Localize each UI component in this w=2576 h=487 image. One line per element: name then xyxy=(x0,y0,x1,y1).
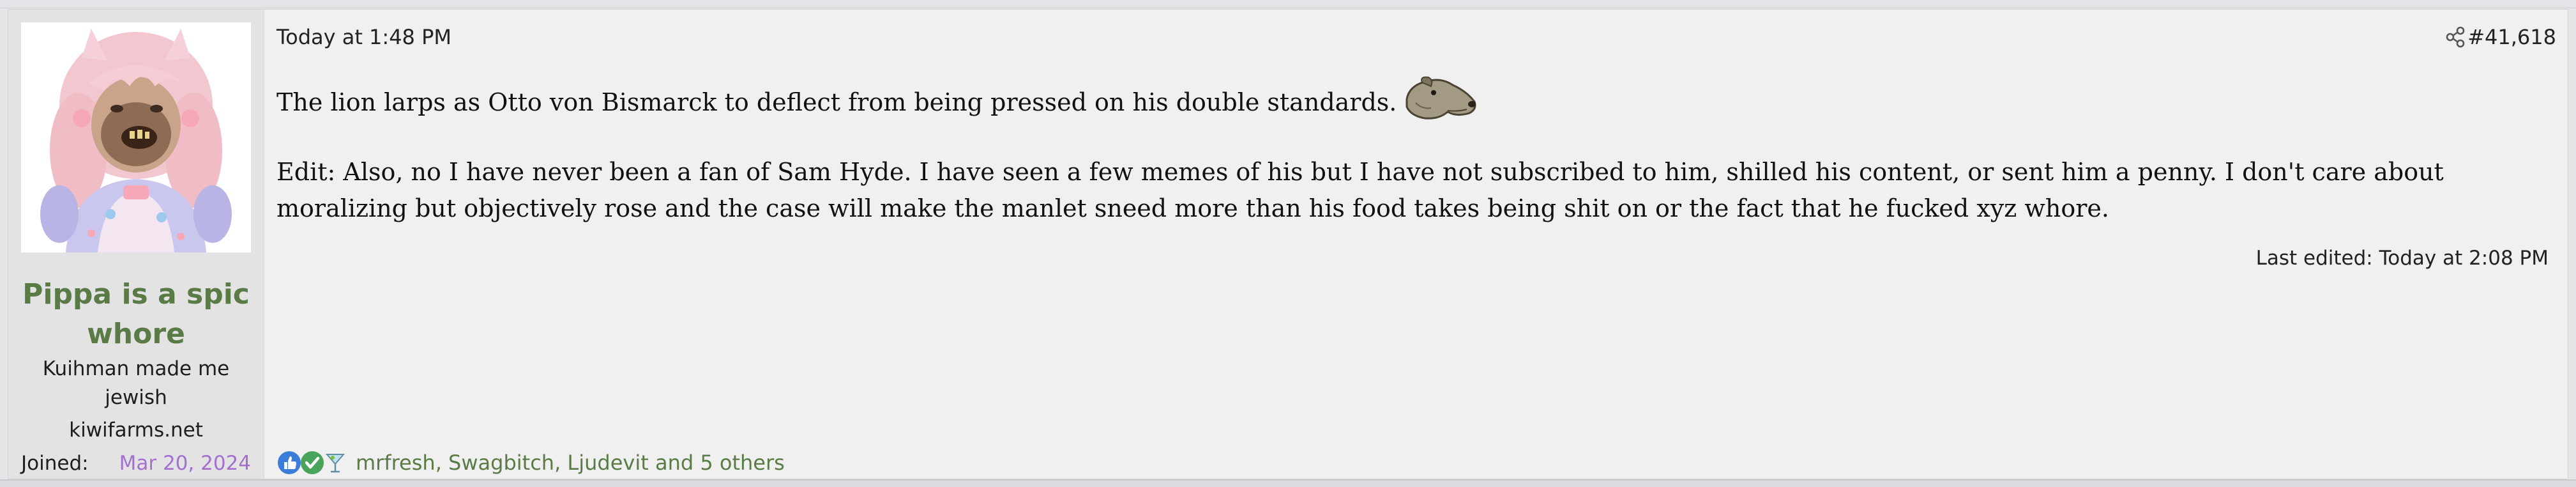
post-paragraph-1-text: The lion larps as Otto von Bismarck to d… xyxy=(277,88,1397,116)
martini-icon xyxy=(325,454,345,473)
avatar-image xyxy=(21,22,251,252)
dog-emote-icon xyxy=(1403,73,1480,135)
post-number[interactable]: #41,618 xyxy=(2467,24,2556,50)
last-edited: Last edited: Today at 2:08 PM xyxy=(2255,247,2549,270)
thumbs-up-icon xyxy=(278,451,301,474)
post-paragraph-2: Edit: Also, no I have never been a fan o… xyxy=(277,158,2444,222)
reactions-bar: mrfresh, Swagbitch, Ljudevit and 5 other… xyxy=(277,448,785,477)
top-strip xyxy=(0,0,2576,8)
forum-post: Pippa is a spic whore Kuihman made me je… xyxy=(8,9,2568,479)
post-content: The lion larps as Otto von Bismarck to d… xyxy=(277,73,2550,227)
joined-date: Mar 20, 2024 xyxy=(119,452,251,475)
user-cell: Pippa is a spic whore Kuihman made me je… xyxy=(8,10,264,479)
post-paragraph-1: The lion larps as Otto von Bismarck to d… xyxy=(277,73,2550,135)
checkmark-icon xyxy=(301,451,324,474)
joined-label: Joined: xyxy=(21,452,89,475)
avatar[interactable] xyxy=(21,22,251,252)
post-date[interactable]: Today at 1:48 PM xyxy=(277,24,451,50)
user-title: Kuihman made me jewish xyxy=(42,357,230,409)
share-icon[interactable] xyxy=(2444,25,2468,49)
post-divider xyxy=(0,479,2576,487)
username[interactable]: Pippa is a spic whore xyxy=(15,275,257,354)
user-site: kiwifarms.net xyxy=(69,419,203,442)
reaction-icons[interactable] xyxy=(277,450,345,475)
reaction-users-link[interactable]: mrfresh, Swagbitch, Ljudevit and 5 other… xyxy=(356,449,785,476)
